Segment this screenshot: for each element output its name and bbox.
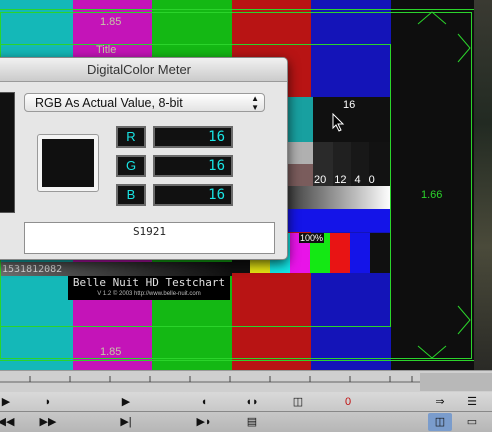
window-icon[interactable]: ▭ bbox=[460, 413, 484, 431]
color-mode-select[interactable]: RGB As Actual Value, 8-bit ▲ ▼ bbox=[24, 93, 265, 112]
color-swatch-well bbox=[37, 134, 99, 192]
step-label: 4 bbox=[354, 174, 361, 186]
timeline-ruler[interactable] bbox=[0, 370, 492, 393]
top-label: 1.85 bbox=[100, 16, 122, 28]
step-label: 20 bbox=[314, 174, 327, 186]
timeline-ticks bbox=[0, 373, 492, 391]
split-icon[interactable]: ◫ bbox=[286, 393, 310, 411]
step-back-icon[interactable]: ▶▶ bbox=[36, 413, 60, 431]
step-label: 0 bbox=[368, 174, 375, 186]
blue-value: 16 bbox=[153, 184, 233, 206]
mark-out-icon[interactable]: ◗ bbox=[36, 393, 60, 411]
step-labels: 20 12 4 0 bbox=[314, 174, 392, 186]
timecode-label: 1531812082 bbox=[2, 264, 63, 275]
window-titlebar[interactable]: DigitalColor Meter bbox=[0, 58, 287, 82]
testchart-banner: Belle Nuit HD Testchart V 1.2 © 2003 htt… bbox=[68, 276, 230, 300]
view-mode-icon[interactable]: ◫ bbox=[428, 413, 452, 431]
play-button-icon[interactable]: ▶ bbox=[114, 393, 138, 411]
magnifier-view bbox=[0, 92, 15, 213]
right-label: 1.66 bbox=[421, 189, 443, 201]
safe-area-triangles bbox=[417, 11, 471, 359]
go-out-icon[interactable]: ▶◗ bbox=[192, 413, 216, 431]
insert-edit-icon[interactable]: ⇒ bbox=[428, 393, 452, 411]
green-label: G bbox=[116, 155, 146, 177]
red-label: R bbox=[116, 126, 146, 148]
step-label: 12 bbox=[334, 174, 347, 186]
color-swatch bbox=[42, 139, 94, 187]
marker-indicator: 0 bbox=[344, 396, 352, 408]
color-info-field: S1921 bbox=[24, 222, 275, 254]
color-mode-value: RGB As Actual Value, 8-bit bbox=[35, 96, 183, 110]
video-edge bbox=[474, 0, 492, 370]
controls-divider bbox=[0, 411, 492, 412]
filmstrip-icon[interactable]: ▤ bbox=[240, 413, 264, 431]
blue-label: B bbox=[116, 184, 146, 206]
play-icon[interactable]: ▶ bbox=[0, 393, 18, 411]
window-title: DigitalColor Meter bbox=[86, 62, 192, 77]
green-value: 16 bbox=[153, 155, 233, 177]
guide-line bbox=[0, 360, 474, 361]
bottom-label: 1.85 bbox=[100, 346, 122, 358]
percent-label: 100% bbox=[299, 233, 325, 243]
mark-in-icon[interactable]: ◖ bbox=[192, 393, 216, 411]
mouse-pointer-icon bbox=[332, 113, 345, 132]
banner-title: Belle Nuit HD Testchart bbox=[72, 276, 226, 289]
overwrite-icon[interactable]: ☰ bbox=[460, 393, 484, 411]
title-label: Title bbox=[96, 44, 117, 56]
red-value: 16 bbox=[153, 126, 233, 148]
go-start-icon[interactable]: ◀◀ bbox=[0, 413, 18, 431]
next-edit-icon[interactable]: ▶| bbox=[114, 413, 138, 431]
banner-subtitle: V 1.2 © 2003 http://www.belle-nuit.com bbox=[97, 291, 201, 297]
mark-clip-icon[interactable]: ◖◗ bbox=[240, 393, 264, 411]
transport-controls: ▶ ◗ ▶ ◖ ◖◗ ◫ 0 ⇒ ☰ ◀◀ ▶▶ ▶| ▶◗ ▤ ◫ ▭ bbox=[0, 392, 492, 432]
gray-value-label: 16 bbox=[343, 99, 356, 111]
select-arrows-icon: ▲ ▼ bbox=[251, 94, 259, 112]
digitalcolor-meter-window[interactable]: DigitalColor Meter RGB As Actual Value, … bbox=[0, 57, 288, 260]
